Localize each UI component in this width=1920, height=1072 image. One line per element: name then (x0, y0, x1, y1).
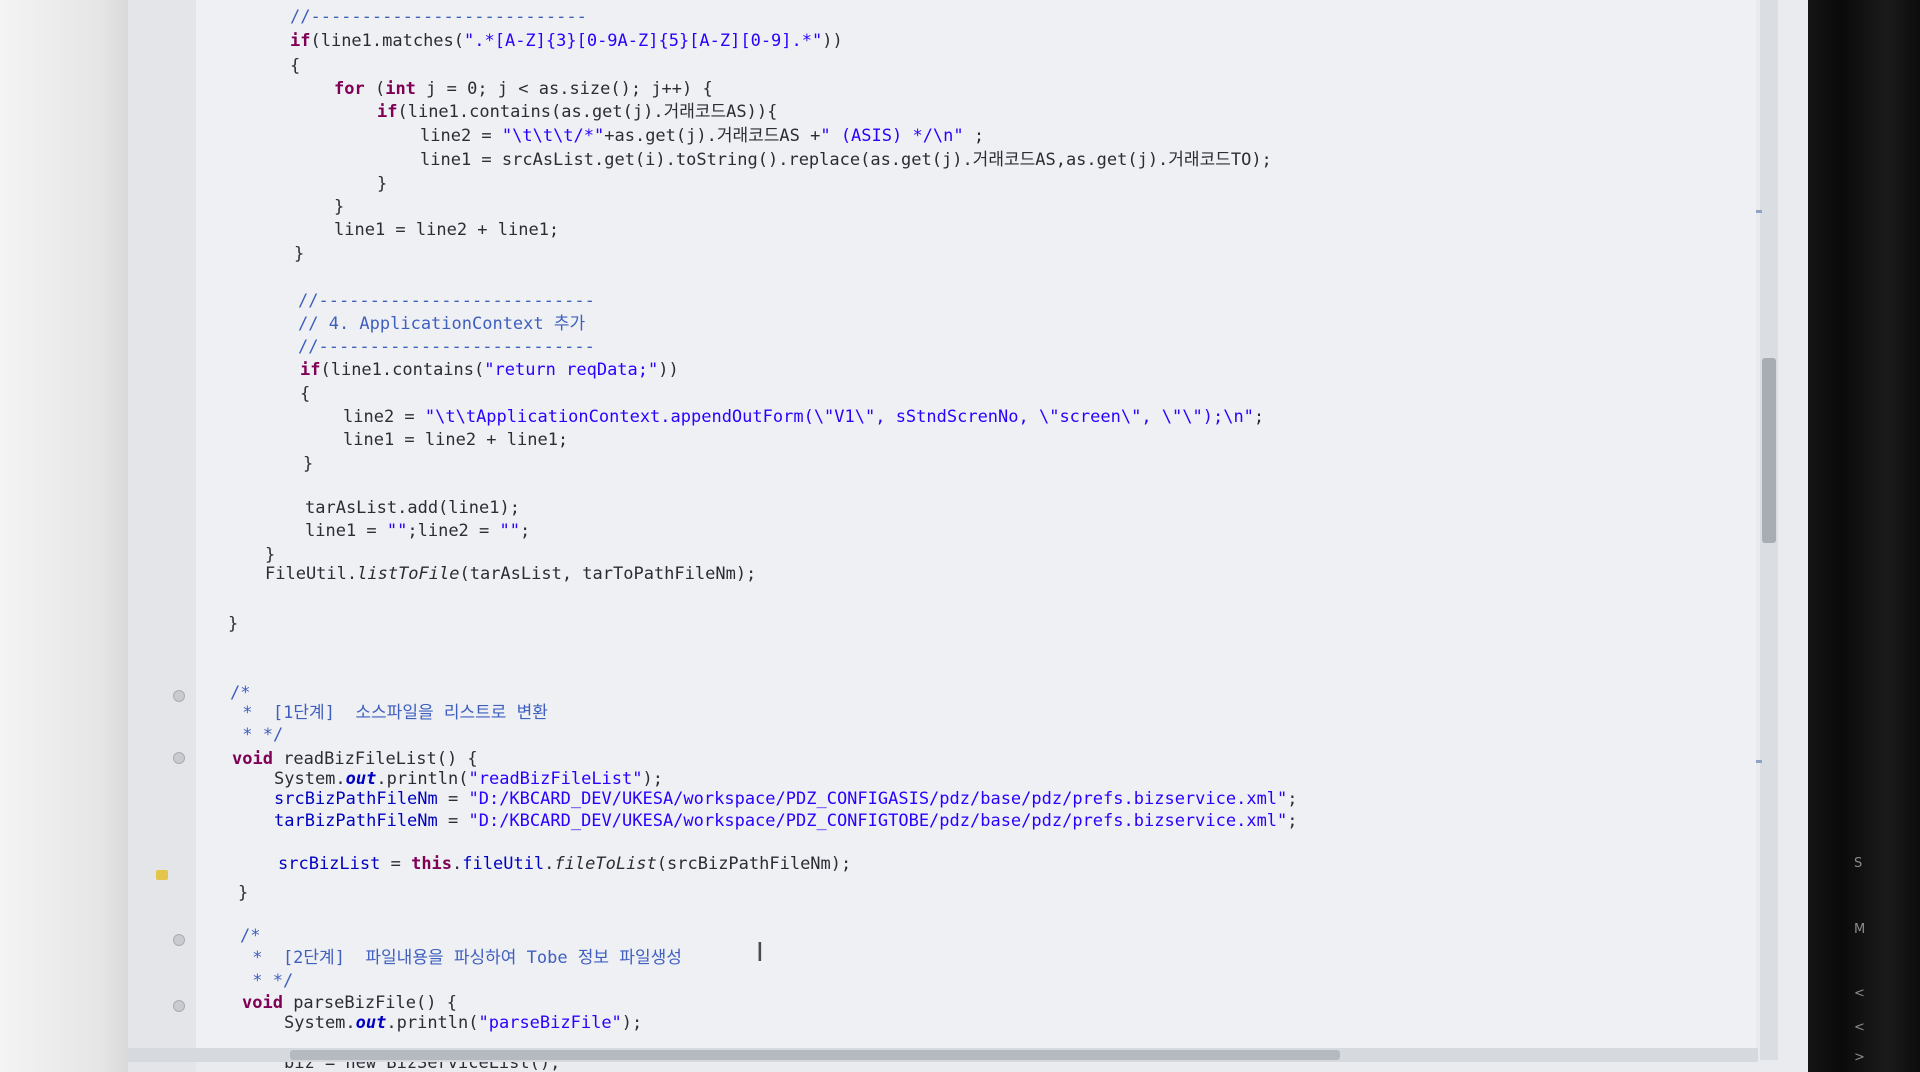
code-line: //--------------------------- (298, 291, 595, 311)
code-line: line2 = "\t\tApplicationContext.appendOu… (343, 407, 1265, 427)
code-line: srcBizList = this.fileUtil.fileToList(sr… (278, 854, 852, 874)
fold-toggle-icon[interactable] (173, 1000, 185, 1012)
code-line: tarAsList.add(line1); (305, 498, 520, 518)
fold-toggle-icon[interactable] (173, 752, 185, 764)
code-line: line1 = line2 + line1; (343, 430, 569, 450)
code-line: // 4. ApplicationContext 추가 (298, 314, 586, 334)
bezel-label: M (1854, 922, 1866, 937)
code-line: line1 = line2 + line1; (334, 220, 560, 240)
left-margin (0, 0, 128, 1072)
code-line: /* (230, 683, 251, 703)
code-line: * [1단계] 소스파일을 리스트로 변환 (232, 703, 548, 723)
code-line: if(line1.contains(as.get(j).거래코드AS)){ (377, 102, 778, 122)
ide-screen: //--------------------------- if(line1.m… (0, 0, 1808, 1072)
code-line: System.out.println("readBizFileList"); (274, 769, 663, 789)
code-line: } (294, 244, 305, 264)
code-line: //--------------------------- (290, 7, 587, 27)
code-line: line1 = srcAsList.get(i).toString().repl… (420, 150, 1272, 170)
fold-gutter (128, 0, 196, 1072)
code-line: } (334, 197, 345, 217)
code-line: { (300, 384, 311, 404)
bezel-label: S (1854, 856, 1863, 871)
code-line: line2 = "\t\t\t/*"+as.get(j).거래코드AS +" (… (420, 126, 985, 146)
bezel-label: > (1854, 1050, 1865, 1065)
code-line: } (228, 614, 239, 634)
code-line: System.out.println("parseBizFile"); (284, 1013, 643, 1033)
fold-toggle-icon[interactable] (173, 934, 185, 946)
code-line: void parseBizFile() { (242, 993, 457, 1013)
code-line: line1 = "";line2 = ""; (305, 521, 531, 541)
code-line: } (303, 454, 314, 474)
code-line: /* (240, 926, 261, 946)
text-cursor-icon: I (756, 938, 764, 968)
code-line: * */ (232, 725, 284, 745)
code-line: //--------------------------- (298, 337, 595, 357)
bezel-label: < (1854, 1020, 1865, 1035)
bezel-label: < (1854, 986, 1865, 1001)
code-line: * */ (242, 971, 294, 991)
code-line: if(line1.matches(".*[A-Z]{3}[0-9A-Z]{5}[… (290, 31, 843, 51)
code-line: void readBizFileList() { (232, 749, 478, 769)
monitor-bezel (1808, 0, 1920, 1072)
code-line: if(line1.contains("return reqData;")) (300, 360, 679, 380)
fold-toggle-icon[interactable] (173, 690, 185, 702)
horizontal-scrollbar-thumb[interactable] (290, 1050, 1340, 1060)
code-line: srcBizPathFileNm = "D:/KBCARD_DEV/UKESA/… (274, 789, 1298, 809)
overview-ruler-mark[interactable] (1756, 210, 1762, 213)
overview-ruler-mark[interactable] (1756, 760, 1762, 763)
code-line: tarBizPathFileNm = "D:/KBCARD_DEV/UKESA/… (274, 811, 1298, 831)
code-line: } (238, 883, 249, 903)
code-line: FileUtil.listToFile(tarAsList, tarToPath… (265, 564, 757, 584)
code-line: * [2단계] 파일내용을 파싱하여 Tobe 정보 파일생성 (242, 948, 682, 968)
code-line: for (int j = 0; j < as.size(); j++) { (334, 79, 713, 99)
code-line: } (377, 174, 388, 194)
vertical-scrollbar-thumb[interactable] (1762, 358, 1776, 543)
code-line: { (290, 56, 301, 76)
warning-marker-icon[interactable] (156, 870, 168, 880)
